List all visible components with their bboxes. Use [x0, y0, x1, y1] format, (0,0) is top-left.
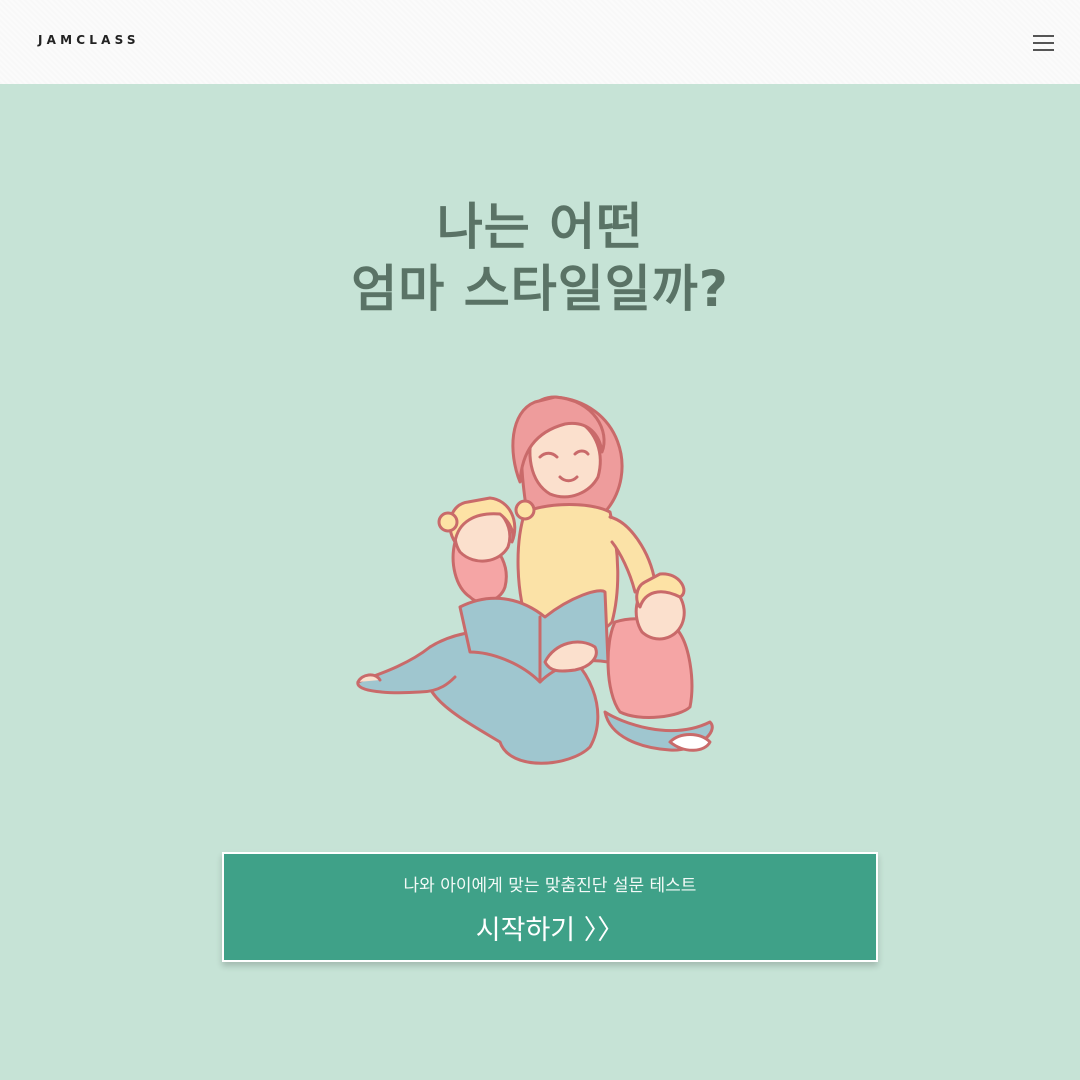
hamburger-menu-icon[interactable] [1026, 30, 1060, 56]
top-header: JAMCLASS [0, 0, 1080, 84]
main-content: 나는 어떤 엄마 스타일일까? 나와 아이에게 맞는 맞춤진단 설문 테스트 시… [0, 84, 1080, 1080]
title-line-1: 나는 어떤 [436, 198, 644, 256]
title-line-2: 엄마 스타일일까? [351, 260, 729, 318]
logo[interactable]: JAMCLASS [38, 33, 140, 47]
page-title: 나는 어떤 엄마 스타일일까? [0, 196, 1080, 320]
start-test-button[interactable]: 나와 아이에게 맞는 맞춤진단 설문 테스트 시작하기 〉〉 [222, 852, 878, 962]
cta-subtitle: 나와 아이에게 맞는 맞춤진단 설문 테스트 [403, 876, 697, 896]
cta-label: 시작하기 〉〉 [475, 915, 625, 946]
mother-reading-illustration [356, 395, 714, 765]
